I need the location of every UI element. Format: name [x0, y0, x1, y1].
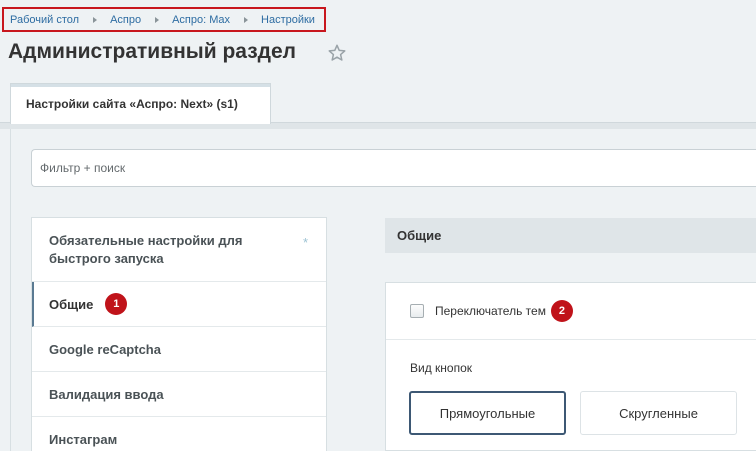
- menu-item-label: Общие: [49, 296, 94, 312]
- menu-item-label: Инстаграм: [49, 431, 118, 447]
- breadcrumb-aspro[interactable]: Аспро: [110, 14, 141, 26]
- menu-item-instagram[interactable]: Инстаграм: [32, 417, 326, 451]
- annotation-badge-1: 1: [105, 293, 128, 315]
- breadcrumb-separator-icon: [155, 16, 160, 23]
- menu-item-label: Валидация ввода: [49, 386, 164, 402]
- tab-site-settings[interactable]: Настройки сайта «Аспро: Next» (s1): [10, 83, 271, 124]
- page-title: Административный раздел: [8, 40, 297, 63]
- menu-item-general[interactable]: Общие 1: [32, 282, 326, 327]
- menu-item-label: Google reCaptcha: [49, 341, 161, 357]
- settings-menu: Обязательные настройки для быстрого запу…: [31, 217, 327, 451]
- menu-item-input-validation[interactable]: Валидация ввода: [32, 372, 326, 417]
- breadcrumb: Рабочий стол Аспро Аспро: Max Настройки: [2, 7, 326, 32]
- button-style-label: Вид кнопок: [410, 361, 473, 375]
- favorite-mark: *: [302, 235, 308, 250]
- menu-item-label: Обязательные настройки для быстрого запу…: [49, 232, 243, 266]
- breadcrumb-separator-icon: [93, 16, 98, 23]
- theme-switch-label[interactable]: Переключатель тем: [435, 304, 546, 318]
- breadcrumb-desktop[interactable]: Рабочий стол: [10, 14, 79, 26]
- theme-switch-checkbox[interactable]: [410, 304, 424, 318]
- annotation-badge-2: 2: [550, 300, 573, 322]
- star-icon[interactable]: [327, 43, 347, 63]
- breadcrumb-separator-icon: [244, 16, 249, 23]
- theme-switch-row: Переключатель тем 2: [386, 283, 756, 340]
- filter-search-input[interactable]: [31, 149, 756, 187]
- button-style-rounded[interactable]: Скругленные: [580, 391, 737, 435]
- breadcrumb-settings[interactable]: Настройки: [261, 14, 315, 26]
- section-header-general: Общие: [385, 218, 756, 253]
- button-style-rectangular[interactable]: Прямоугольные: [409, 391, 566, 435]
- breadcrumb-aspro-max[interactable]: Аспро: Max: [172, 14, 230, 26]
- menu-item-required-settings[interactable]: Обязательные настройки для быстрого запу…: [32, 218, 326, 282]
- settings-panel: Переключатель тем 2 Вид кнопок Прямоугол…: [385, 282, 756, 451]
- menu-item-google-recaptcha[interactable]: Google reCaptcha: [32, 327, 326, 372]
